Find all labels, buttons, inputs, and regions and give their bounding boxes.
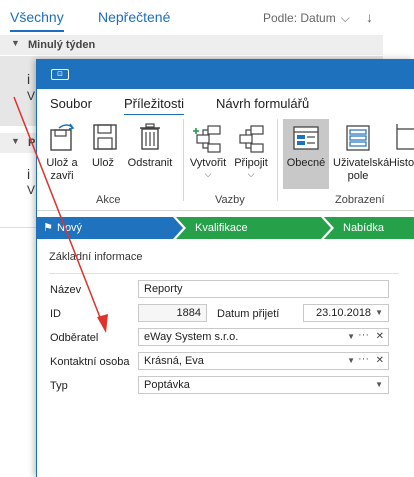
user-fields-label: Uživatelská pole [333,157,390,182]
window-titlebar[interactable]: ⊡ [37,59,414,89]
customer-label: Odběratel [50,332,99,344]
group-label-links: Vazby [215,194,245,206]
attach-link-icon [239,125,264,153]
clear-icon[interactable]: ✕ [376,353,384,369]
item-subject: V [27,183,36,197]
id-value: 1884 [176,307,201,319]
group-label-view: Zobrazení [335,194,385,206]
save-close-icon [50,123,75,151]
user-fields-icon [346,125,370,151]
general-view-label: Obecné [286,157,326,169]
name-label: Název [50,284,82,296]
name-value: Reporty [144,283,183,295]
id-field: 1884 [138,304,207,322]
group-separator [183,119,184,201]
chevron-down-icon[interactable]: ▼ [347,329,355,345]
history-icon [396,124,414,150]
history-label: Histo [389,157,414,169]
id-label: ID [50,308,61,320]
chevron-down-icon: ▼ [375,308,383,317]
sort-direction-icon[interactable]: ↓ [366,9,373,25]
menu-file-label: Soubor [50,96,92,111]
save-label: Ulož [91,157,114,169]
history-button[interactable]: Histo [389,121,414,170]
type-value: Poptávka [144,379,190,391]
menu-form-design[interactable]: Návrh formulářů [216,96,309,111]
user-fields-button[interactable]: Uživatelská pole [332,121,390,183]
contact-label: Kontaktní osoba [50,356,130,368]
group-label: P [28,137,36,149]
stage-qualification-label: Kvalifikace [195,222,248,234]
create-link-icon [193,125,221,153]
contact-value: Krásná, Eva [144,355,204,367]
chevron-down-icon: ▼ [375,380,383,389]
save-close-label: Ulož a zavři [46,157,78,182]
stage-new-label: Nový [57,222,83,234]
date-value: 23.10.2018 [316,307,372,319]
chevron-down-icon: ⌵ [204,169,212,179]
tab-all-label: Všechny [10,9,64,25]
save-icon [93,124,117,150]
menu-opportunity-label: Příležitosti [124,96,184,111]
mail-tabs: Všechny Nepřečtené Podle: Datum ⌵ ↓ [0,0,383,34]
menu-bar: Soubor Příležitosti Návrh formulářů [37,89,414,116]
more-icon[interactable]: ··· [358,351,369,367]
tab-unread-label: Nepřečtené [98,9,171,25]
collapse-icon: ▼ [11,136,20,146]
chevron-down-icon: ⌵ [340,11,350,25]
chevron-down-icon[interactable]: ▼ [347,353,355,369]
flag-icon: ⚑ [43,222,53,234]
stage-bar: ⚑ Nový Kvalifikace Nabídka [37,217,414,239]
item-subject: V [27,89,36,103]
tab-active-underline [10,30,64,32]
date-field[interactable]: 23.10.2018 ▼ [303,304,389,322]
chevron-down-icon: ⌵ [247,169,255,179]
customer-field[interactable]: eWay System s.r.o. ▼ ··· ✕ [138,328,389,346]
sort-dropdown[interactable]: Podle: Datum ⌵ [263,11,350,26]
trash-icon [140,123,160,150]
type-label: Typ [50,380,68,392]
opportunity-window: ⊡ Soubor Příležitosti Návrh formulářů Ul… [36,59,414,477]
general-view-button[interactable]: Obecné [283,119,329,189]
menu-form-design-label: Návrh formulářů [216,96,310,111]
name-field[interactable]: Reporty [138,280,389,298]
stage-offer-label: Nabídka [343,222,384,234]
clear-icon[interactable]: ✕ [376,329,384,345]
item-sender: i [27,166,31,182]
tab-unread[interactable]: Nepřečtené [98,9,170,25]
contact-field[interactable]: Krásná, Eva ▼ ··· ✕ [138,352,389,370]
collapse-icon: ▼ [11,38,20,48]
delete-label: Odstranit [127,157,173,169]
attach-button[interactable]: Připojit ⌵ [231,121,271,179]
tab-all[interactable]: Všechny [10,9,64,32]
sort-label: Podle: Datum [263,11,336,25]
save-button[interactable]: Ulož [87,121,119,170]
type-field[interactable]: Poptávka ▼ [138,376,389,394]
group-label-actions: Akce [96,194,121,206]
menu-file[interactable]: Soubor [50,96,92,111]
create-button[interactable]: Vytvořit ⌵ [188,121,228,179]
group-separator [277,119,278,201]
general-view-icon [293,126,319,150]
customer-value: eWay System s.r.o. [144,331,239,343]
section-title: Základní informace [49,251,143,263]
item-sender: i [27,71,31,87]
group-label: Minulý týden [28,39,96,51]
save-close-button[interactable]: Ulož a zavři [41,121,83,183]
section-divider [49,273,399,274]
menu-opportunity[interactable]: Příležitosti [124,96,184,116]
date-label: Datum přijetí [217,308,280,320]
more-icon[interactable]: ··· [358,327,369,343]
delete-button[interactable]: Odstranit [125,121,175,170]
ribbon: Ulož a zavři Ulož Odstranit Akce Vytvoři… [37,115,414,211]
app-icon: ⊡ [51,69,69,80]
group-header-last-week[interactable]: ▼ Minulý týden [0,35,383,55]
